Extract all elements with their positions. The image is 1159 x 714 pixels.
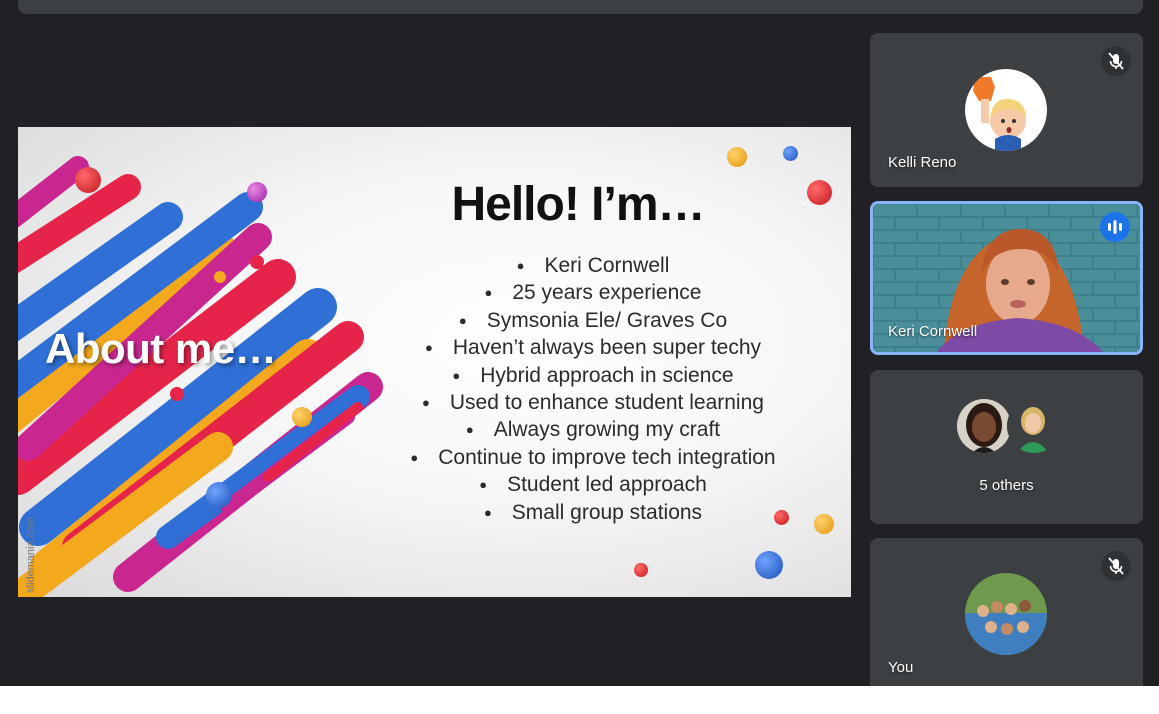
mic-off-icon [1101, 551, 1131, 581]
top-bar [18, 0, 1143, 14]
bullet-item: Hybrid approach in science [338, 362, 848, 389]
bullet-item: Student led approach [338, 471, 848, 498]
participant-tile-you[interactable]: You [870, 538, 1143, 686]
others-count-label: 5 others [979, 477, 1034, 494]
participant-tile-keri[interactable]: Keri Cornwell [870, 201, 1143, 355]
bullet-item: Continue to improve tech integration [338, 444, 848, 471]
decorative-ball [634, 563, 648, 577]
participant-name: Keri Cornwell [888, 323, 978, 340]
bullet-item: Keri Cornwell [338, 252, 848, 279]
participant-name: Kelli Reno [888, 154, 957, 171]
bullet-item: Small group stations [338, 499, 848, 526]
decorative-ball [206, 482, 232, 508]
bullet-item: Haven’t always been super techy [338, 334, 848, 361]
avatar [965, 573, 1047, 655]
decorative-ball [75, 167, 101, 193]
presentation-slide: About me… Hello! I’m… Keri Cornwell 25 y… [18, 127, 851, 597]
decorative-ball [230, 199, 241, 210]
bullet-item: 25 years experience [338, 279, 848, 306]
bullet-item: Symsonia Ele/ Graves Co [338, 307, 848, 334]
slide-title: Hello! I’m… [451, 178, 705, 231]
avatar [957, 399, 1011, 453]
slide-side-title: About me… [45, 325, 277, 372]
decorative-ball [755, 551, 783, 579]
decorative-ball [170, 387, 184, 401]
bullet-item: Always growing my craft [338, 416, 848, 443]
mic-off-icon [1101, 46, 1131, 76]
decorative-ball [783, 146, 798, 161]
participant-tile-others[interactable]: 5 others [870, 370, 1143, 524]
bullet-list: Keri Cornwell 25 years experience Symson… [338, 252, 848, 526]
decorative-ball [250, 255, 264, 269]
participant-name: You [888, 659, 914, 676]
decorative-ball [727, 147, 747, 167]
bottom-bar [0, 686, 1159, 714]
avatar [1007, 399, 1061, 453]
avatar [965, 69, 1047, 151]
decorative-ball [214, 271, 226, 283]
speaking-indicator-icon [1100, 212, 1130, 242]
participant-tile-kelli[interactable]: Kelli Reno [870, 33, 1143, 187]
slide-watermark: slidemania.com [25, 516, 37, 593]
bullet-item: Used to enhance student learning [338, 389, 848, 416]
decorative-ball [807, 180, 832, 205]
decorative-ball [292, 407, 312, 427]
decorative-ball [247, 182, 267, 202]
